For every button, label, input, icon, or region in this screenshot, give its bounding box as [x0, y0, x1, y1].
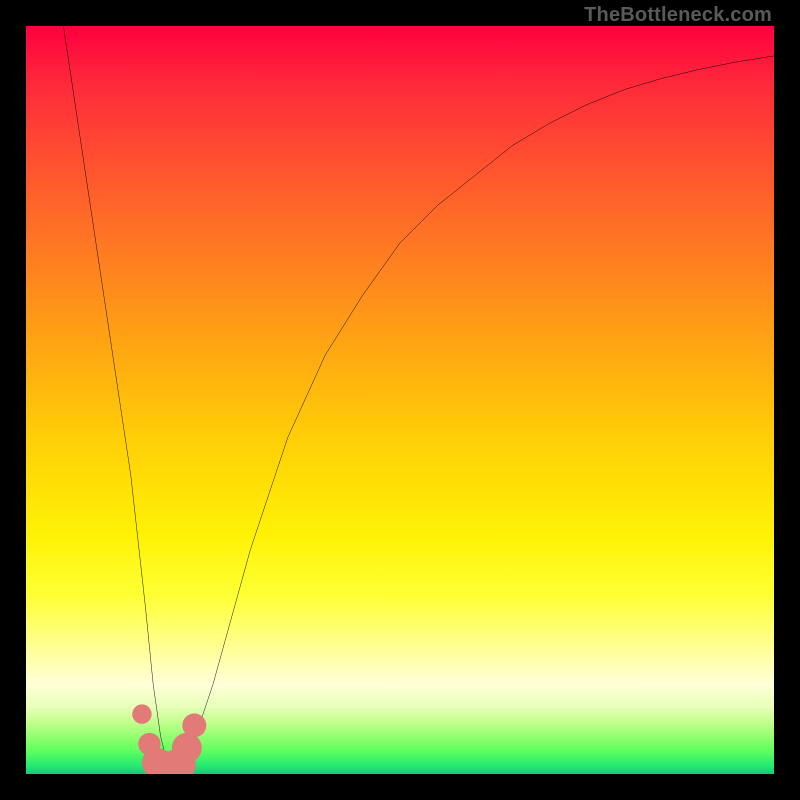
plot-area — [26, 26, 774, 774]
curve-layer — [63, 26, 774, 774]
chart-frame: TheBottleneck.com — [0, 0, 800, 800]
data-marker — [132, 704, 151, 723]
bottleneck-curve — [63, 26, 774, 774]
marker-layer — [132, 704, 206, 774]
attribution-text: TheBottleneck.com — [584, 4, 772, 27]
chart-svg — [26, 26, 774, 774]
data-marker — [172, 733, 202, 763]
data-marker — [182, 713, 206, 737]
